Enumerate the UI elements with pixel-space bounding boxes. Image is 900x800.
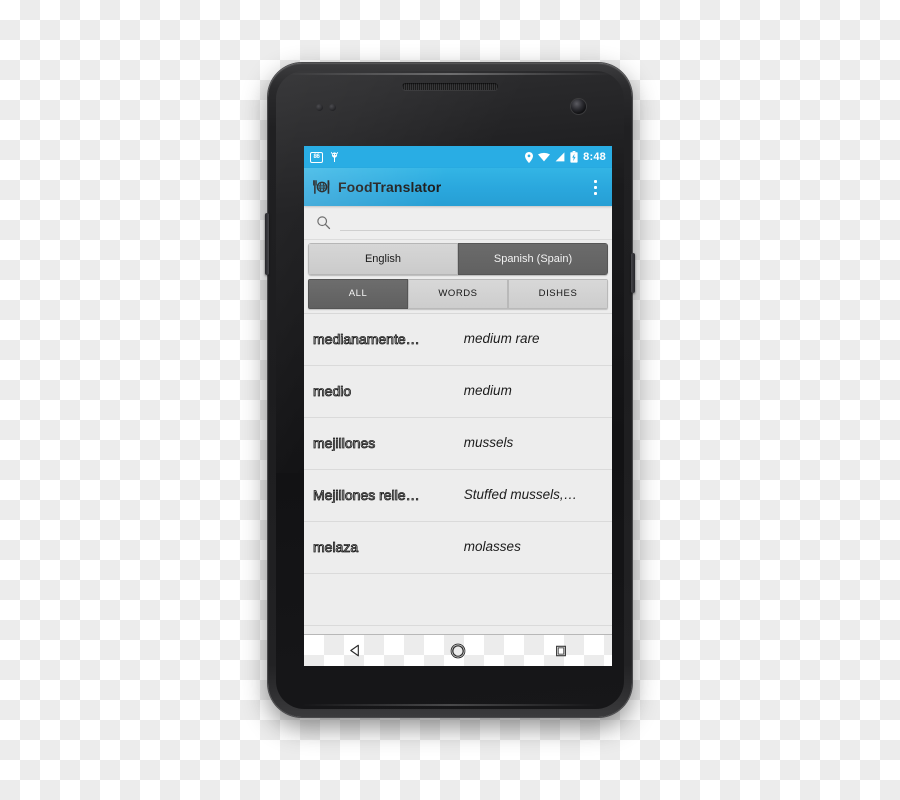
row-term: medio bbox=[313, 383, 352, 399]
status-bar-left-icons: 86 bbox=[310, 151, 339, 163]
phone-screen: 86 8:48 FoodTranslator English Spanish (… bbox=[304, 146, 612, 666]
back-button[interactable] bbox=[338, 638, 372, 664]
back-triangle-icon bbox=[350, 644, 359, 657]
filter-tabs: ALL WORDS DISHES bbox=[308, 279, 608, 309]
location-pin-icon bbox=[525, 151, 534, 163]
row-translation: medium bbox=[463, 384, 512, 399]
table-row[interactable]: mejillones mussels bbox=[304, 418, 612, 470]
table-row[interactable]: medio medium bbox=[304, 366, 612, 418]
overflow-menu-icon[interactable] bbox=[587, 176, 603, 198]
system-navigation-bar bbox=[304, 634, 612, 666]
search-icon[interactable] bbox=[316, 215, 331, 230]
app-action-bar: FoodTranslator bbox=[304, 168, 612, 206]
row-translation: Stuffed mussels,… bbox=[463, 488, 578, 503]
language-option-label: Spanish (Spain) bbox=[493, 252, 573, 265]
android-debug-icon bbox=[330, 151, 339, 162]
row-term: medianamente… bbox=[313, 331, 420, 347]
tab-dishes[interactable]: DISHES bbox=[508, 279, 608, 309]
overflow-dot bbox=[593, 191, 597, 195]
earpiece-speaker bbox=[402, 83, 498, 90]
overflow-dot bbox=[593, 185, 597, 189]
tab-label: ALL bbox=[348, 288, 368, 300]
table-row[interactable]: Mejillones relle… Stuffed mussels,… bbox=[304, 470, 612, 522]
tab-label: DISHES bbox=[538, 288, 578, 300]
phone-device: 86 8:48 FoodTranslator English Spanish (… bbox=[265, 63, 635, 717]
wifi-icon bbox=[538, 152, 551, 162]
row-translation: mussels bbox=[463, 436, 514, 451]
language-option-label: English bbox=[364, 252, 402, 265]
row-term: mejillones bbox=[313, 435, 376, 451]
phone-bottom-highlight bbox=[302, 704, 598, 706]
recents-button[interactable] bbox=[544, 638, 578, 664]
results-list: medianamente… medium rare medio medium m… bbox=[304, 313, 612, 634]
volume-button[interactable] bbox=[265, 213, 269, 275]
tab-label: WORDS bbox=[438, 288, 478, 300]
language-option-english[interactable]: English bbox=[308, 243, 458, 275]
search-input[interactable] bbox=[340, 214, 600, 231]
overflow-dot bbox=[593, 179, 597, 183]
row-translation: molasses bbox=[463, 540, 521, 555]
proximity-sensor-icon bbox=[316, 104, 323, 111]
home-button[interactable] bbox=[441, 638, 475, 664]
tab-words[interactable]: WORDS bbox=[408, 279, 508, 309]
cellular-signal-icon bbox=[555, 152, 565, 162]
power-button[interactable] bbox=[631, 253, 635, 293]
table-row[interactable]: melaza molasses bbox=[304, 522, 612, 574]
recents-square-icon bbox=[555, 645, 566, 656]
phone-top-highlight bbox=[286, 73, 614, 75]
row-translation: medium rare bbox=[463, 332, 540, 347]
food-translator-icon bbox=[313, 180, 330, 194]
search-bar bbox=[304, 206, 612, 240]
row-term: melaza bbox=[313, 539, 359, 555]
status-bar-clock: 8:48 bbox=[583, 150, 606, 163]
battery-charging-icon bbox=[570, 151, 578, 163]
light-sensor-icon bbox=[329, 104, 336, 111]
table-row[interactable]: medianamente… medium rare bbox=[304, 314, 612, 366]
language-selector: English Spanish (Spain) bbox=[308, 243, 608, 275]
home-circle-icon bbox=[450, 643, 466, 658]
notification-badge-icon: 86 bbox=[310, 151, 323, 163]
app-title: FoodTranslator bbox=[338, 179, 442, 195]
phone-front-glass: 86 8:48 FoodTranslator English Spanish (… bbox=[276, 71, 624, 709]
tab-all[interactable]: ALL bbox=[308, 279, 408, 309]
status-bar: 86 8:48 bbox=[304, 146, 612, 168]
row-term: Mejillones relle… bbox=[313, 487, 420, 503]
front-camera-icon bbox=[571, 99, 586, 114]
empty-list-area bbox=[304, 574, 612, 626]
status-bar-right-icons: 8:48 bbox=[525, 151, 606, 163]
language-option-spanish[interactable]: Spanish (Spain) bbox=[458, 243, 608, 275]
